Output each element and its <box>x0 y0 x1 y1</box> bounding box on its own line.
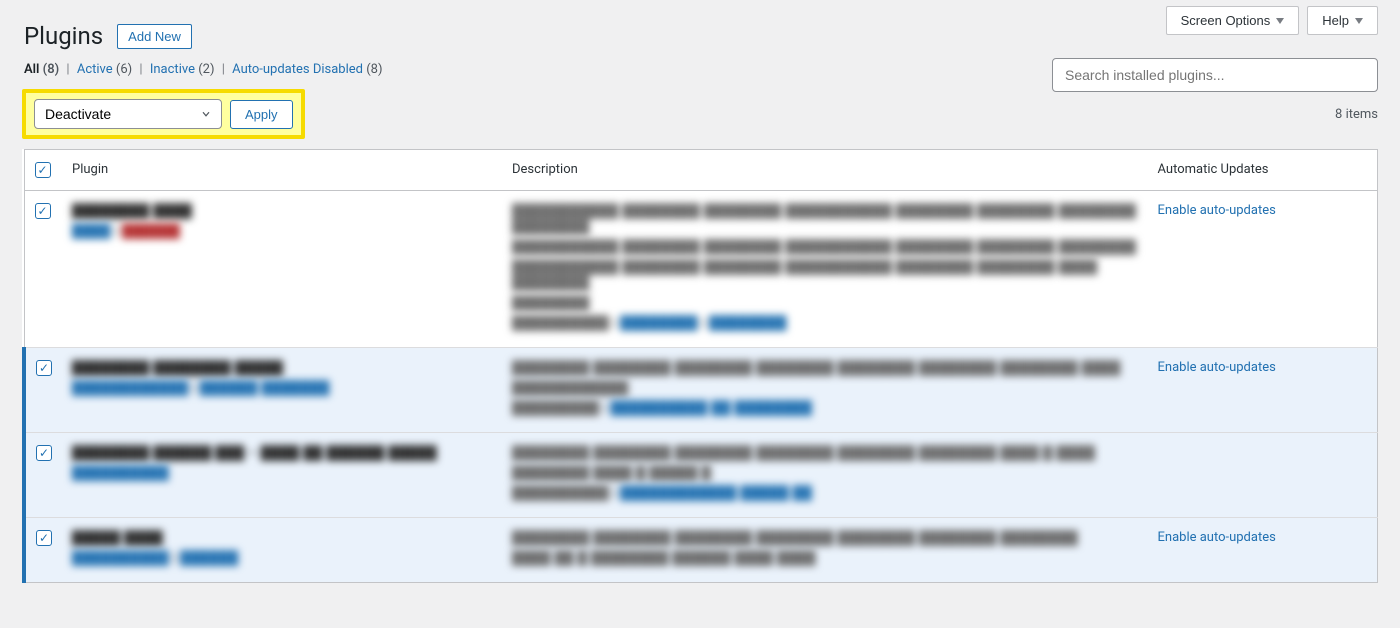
help-label: Help <box>1322 13 1349 28</box>
auto-update-cell: Enable auto-updates <box>1148 348 1378 433</box>
plugin-name-redacted: ████████ ██████ ███ – ████ ██ ██████ ███… <box>72 445 492 461</box>
filter-inactive[interactable]: Inactive (2) <box>150 62 218 77</box>
caret-down-icon <box>1355 18 1363 24</box>
table-header-row: Plugin Description Automatic Updates <box>24 150 1378 191</box>
filter-active-label: Active <box>77 62 113 77</box>
desc-redacted: ███████████ ████████ ████████ ██████████… <box>512 239 1138 255</box>
plugin-cell: ████████ ████████ █████ ████████████ | █… <box>62 348 502 433</box>
auto-update-cell: Enable auto-updates <box>1148 191 1378 348</box>
filter-all-count: (8) <box>43 62 60 77</box>
desc-redacted: ████████████ <box>512 380 1138 396</box>
header-plugin[interactable]: Plugin <box>62 150 502 191</box>
separator: | <box>135 62 146 77</box>
desc-redacted: ████████ ████████ ████████ ████████ ████… <box>512 445 1138 461</box>
description-cell: ███████████ ████████ ████████ ██████████… <box>502 191 1148 348</box>
enable-auto-updates-link[interactable]: Enable auto-updates <box>1158 530 1276 545</box>
desc-meta-redacted: ██████████ | ████████████ █████ ██ <box>512 485 1138 501</box>
desc-meta-redacted: ██████████ | ████████ | ████████ <box>512 315 1138 331</box>
row-checkbox[interactable] <box>36 530 52 546</box>
filter-auto-disabled-count: (8) <box>366 62 382 77</box>
desc-redacted: ███████████ ████████ ████████ ██████████… <box>512 259 1138 291</box>
header-description[interactable]: Description <box>502 150 1148 191</box>
items-count: 8 items <box>1335 107 1378 122</box>
top-controls: Screen Options Help <box>1166 6 1378 35</box>
plugin-name-redacted: █████ ████ <box>72 530 492 546</box>
apply-button[interactable]: Apply <box>230 100 293 129</box>
plugin-actions-redacted: ████████████ | ██████ ███████ <box>72 380 492 396</box>
description-cell: ████████ ████████ ████████ ████████ ████… <box>502 348 1148 433</box>
filter-active-count: (6) <box>116 62 132 77</box>
auto-update-cell <box>1148 433 1378 518</box>
bulk-actions-highlight: Deactivate Apply <box>22 89 305 139</box>
bulk-action-select[interactable]: Deactivate <box>34 99 222 129</box>
filter-inactive-label: Inactive <box>150 62 195 77</box>
separator: | <box>62 62 73 77</box>
table-row: ████████ ████████ █████ ████████████ | █… <box>24 348 1378 433</box>
plugin-cell: █████ ████ ██████████ | ██████ <box>62 518 502 583</box>
desc-redacted: ████████ ████████ ████████ ████████ ████… <box>512 530 1138 546</box>
table-row: ████████ ██████ ███ – ████ ██ ██████ ███… <box>24 433 1378 518</box>
plugin-name-redacted: ████████ ████████ █████ <box>72 360 492 376</box>
caret-down-icon <box>1276 18 1284 24</box>
row-checkbox[interactable] <box>35 203 51 219</box>
plugin-cell: ████████ ████ ████ | ██████ <box>62 191 502 348</box>
plugin-actions-redacted: ████ | ██████ <box>72 223 492 239</box>
bulk-actions-row: Deactivate Apply 8 items <box>0 87 1400 149</box>
table-row: █████ ████ ██████████ | ██████ ████████ … <box>24 518 1378 583</box>
screen-options-label: Screen Options <box>1181 13 1271 28</box>
plugin-cell: ████████ ██████ ███ – ████ ██ ██████ ███… <box>62 433 502 518</box>
desc-meta-redacted: █████████ | ██████████ ██ ████████ <box>512 400 1138 416</box>
filter-active[interactable]: Active (6) <box>77 62 136 77</box>
filter-inactive-count: (2) <box>198 62 214 77</box>
filter-all-label: All <box>24 62 39 77</box>
header-auto-updates[interactable]: Automatic Updates <box>1148 150 1378 191</box>
row-checkbox[interactable] <box>36 360 52 376</box>
desc-redacted: ████████ ████ █ █████ █ <box>512 465 1138 481</box>
filter-auto-disabled-label: Auto-updates Disabled <box>232 62 363 77</box>
enable-auto-updates-link[interactable]: Enable auto-updates <box>1158 360 1276 375</box>
description-cell: ████████ ████████ ████████ ████████ ████… <box>502 518 1148 583</box>
desc-redacted: ████████ <box>512 295 1138 311</box>
screen-options-button[interactable]: Screen Options <box>1166 6 1300 35</box>
desc-redacted: ███████████ ████████ ████████ ██████████… <box>512 203 1138 235</box>
plugin-actions-redacted: ██████████ | ██████ <box>72 550 492 566</box>
add-new-button[interactable]: Add New <box>117 24 192 49</box>
header-select-all <box>24 150 62 191</box>
filter-all[interactable]: All (8) <box>24 62 62 77</box>
search-plugins-input[interactable] <box>1052 58 1378 92</box>
page-title: Plugins <box>24 22 103 50</box>
auto-update-cell: Enable auto-updates <box>1148 518 1378 583</box>
search-wrap <box>1052 58 1378 92</box>
plugin-name-redacted: ████████ ████ <box>72 203 492 219</box>
desc-redacted: ████ ██ █ ████████ ██████ ████ ████ <box>512 550 1138 566</box>
help-button[interactable]: Help <box>1307 6 1378 35</box>
plugins-table: Plugin Description Automatic Updates ███… <box>22 149 1378 583</box>
separator: | <box>218 62 229 77</box>
table-row: ████████ ████ ████ | ██████ ███████████ … <box>24 191 1378 348</box>
filter-auto-updates-disabled[interactable]: Auto-updates Disabled (8) <box>232 62 382 77</box>
description-cell: ████████ ████████ ████████ ████████ ████… <box>502 433 1148 518</box>
enable-auto-updates-link[interactable]: Enable auto-updates <box>1158 203 1276 218</box>
plugin-actions-redacted: ██████████ <box>72 465 492 481</box>
row-checkbox[interactable] <box>36 445 52 461</box>
desc-redacted: ████████ ████████ ████████ ████████ ████… <box>512 360 1138 376</box>
select-all-checkbox[interactable] <box>35 162 51 178</box>
